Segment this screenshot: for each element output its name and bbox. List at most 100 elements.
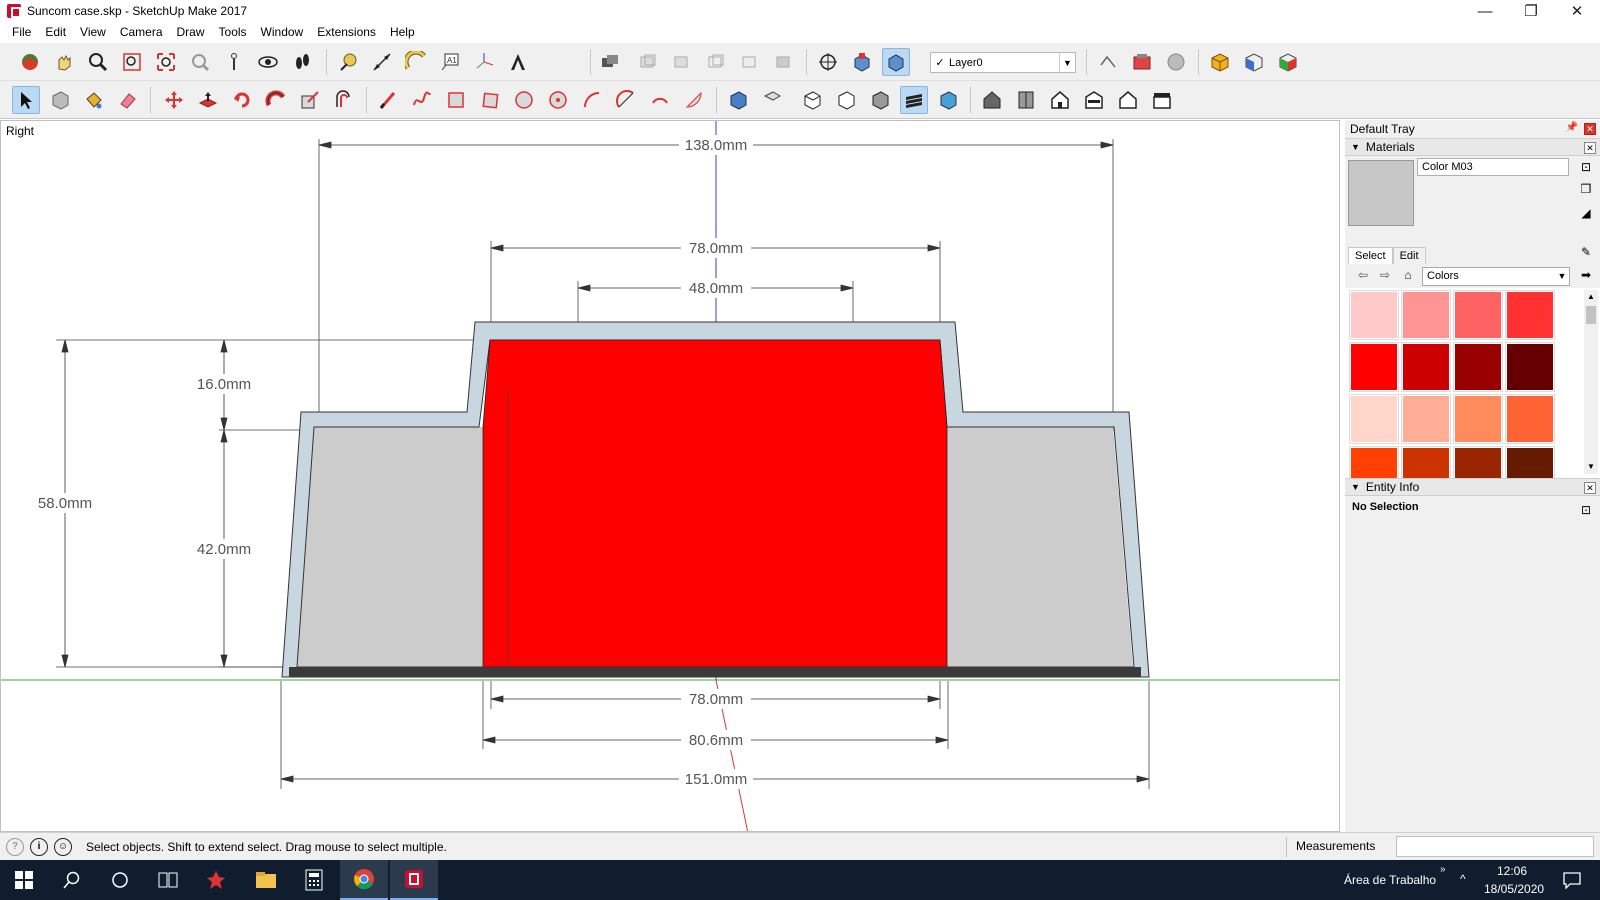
pan-tool-icon[interactable] bbox=[50, 48, 78, 76]
top-house-icon[interactable] bbox=[1012, 86, 1040, 114]
3d-text-icon[interactable] bbox=[504, 48, 532, 76]
front-house-icon[interactable] bbox=[1046, 86, 1074, 114]
close-button[interactable]: ✕ bbox=[1554, 0, 1600, 22]
app-icon-utility[interactable] bbox=[192, 860, 240, 900]
clock-time[interactable]: 12:06 bbox=[1497, 864, 1527, 878]
material-swatch[interactable] bbox=[1505, 290, 1555, 340]
material-name-field[interactable]: Color M03 bbox=[1417, 158, 1569, 176]
chrome-icon[interactable] bbox=[340, 860, 388, 900]
views-right-icon[interactable] bbox=[832, 86, 860, 114]
select-tool-icon[interactable] bbox=[12, 86, 40, 114]
menu-edit[interactable]: Edit bbox=[38, 25, 73, 39]
material-swatch[interactable] bbox=[1505, 394, 1555, 444]
pie-tool-icon[interactable] bbox=[680, 86, 708, 114]
zoom-window-icon[interactable] bbox=[118, 48, 146, 76]
position-camera-icon[interactable] bbox=[220, 48, 248, 76]
show-hidden-icons-icon[interactable]: ^ bbox=[1460, 872, 1466, 886]
three-point-arc-icon[interactable] bbox=[646, 86, 674, 114]
chevron-down-icon[interactable]: ▼ bbox=[1059, 53, 1075, 72]
extension-warehouse-icon[interactable] bbox=[1206, 48, 1234, 76]
dim-label-bottom-80[interactable]: 80.6mm bbox=[689, 732, 743, 749]
follow-me-icon[interactable] bbox=[262, 86, 290, 114]
entity-toggle-icon[interactable]: ⊡ bbox=[1578, 499, 1594, 517]
axes-tool-icon[interactable] bbox=[470, 48, 498, 76]
display-settings-icon[interactable] bbox=[596, 48, 624, 76]
views-front-icon[interactable] bbox=[798, 86, 826, 114]
tray-close-icon[interactable]: ✕ bbox=[1584, 123, 1596, 135]
previous-view-icon[interactable] bbox=[186, 48, 214, 76]
material-swatch[interactable] bbox=[1453, 342, 1503, 392]
menu-view[interactable]: View bbox=[73, 25, 113, 39]
menu-help[interactable]: Help bbox=[383, 25, 422, 39]
arc-tool-icon[interactable] bbox=[578, 86, 606, 114]
materials-panel-header[interactable]: ▼ Materials ✕ bbox=[1345, 138, 1600, 156]
menu-file[interactable]: File bbox=[5, 25, 38, 39]
measurements-input[interactable] bbox=[1396, 836, 1594, 857]
taskbar-overflow-icon[interactable]: » bbox=[1440, 864, 1446, 875]
style-xray-icon[interactable] bbox=[634, 48, 662, 76]
style-builder-icon[interactable] bbox=[1274, 48, 1302, 76]
create-material-icon[interactable]: ❒ bbox=[1578, 182, 1594, 198]
dim-label-upper-width[interactable]: 78.0mm bbox=[689, 240, 743, 257]
dim-label-height-lower[interactable]: 42.0mm bbox=[197, 541, 251, 558]
file-explorer-icon[interactable] bbox=[242, 860, 290, 900]
orbit-tool-icon[interactable] bbox=[16, 48, 44, 76]
circle-tool-icon[interactable] bbox=[510, 86, 538, 114]
scroll-down-icon[interactable]: ▼ bbox=[1584, 460, 1598, 474]
paint-bucket-icon[interactable] bbox=[80, 86, 108, 114]
scale-tool-icon[interactable] bbox=[296, 86, 324, 114]
menu-draw[interactable]: Draw bbox=[170, 25, 212, 39]
tab-select[interactable]: Select bbox=[1348, 247, 1393, 264]
start-button[interactable] bbox=[0, 860, 48, 900]
offset-tool-icon[interactable] bbox=[330, 86, 358, 114]
section-plane-icon[interactable] bbox=[814, 48, 842, 76]
red-core-solid[interactable] bbox=[482, 339, 948, 668]
share-model-icon[interactable] bbox=[1162, 48, 1190, 76]
drawing-viewport[interactable]: Right 138.0mm 78.0mm 48.0mm 16.0mm 58.0m… bbox=[0, 120, 1340, 832]
menu-camera[interactable]: Camera bbox=[113, 25, 170, 39]
tape-measure-icon[interactable] bbox=[334, 48, 362, 76]
display-section-planes-icon[interactable] bbox=[848, 48, 876, 76]
notification-icon[interactable] bbox=[1548, 860, 1596, 900]
rotate-tool-icon[interactable] bbox=[228, 86, 256, 114]
materials-close-icon[interactable]: ✕ bbox=[1584, 142, 1596, 154]
maximize-button[interactable]: ❐ bbox=[1508, 0, 1554, 22]
style-wireframe-icon[interactable] bbox=[702, 48, 730, 76]
eyedropper-icon[interactable]: ✎ bbox=[1578, 245, 1594, 261]
dimensions-icon[interactable] bbox=[368, 48, 396, 76]
right-house-icon[interactable] bbox=[1080, 86, 1108, 114]
collapse-triangle-icon[interactable]: ▼ bbox=[1351, 142, 1360, 152]
undo-icon[interactable] bbox=[1094, 48, 1122, 76]
menu-tools[interactable]: Tools bbox=[212, 25, 254, 39]
text-tool-icon[interactable]: A1 bbox=[436, 48, 464, 76]
dim-label-bottom-78[interactable]: 78.0mm bbox=[689, 691, 743, 708]
views-bottom-icon[interactable] bbox=[934, 86, 962, 114]
user-account-icon[interactable]: ☺ bbox=[54, 837, 72, 856]
views-top-icon[interactable] bbox=[758, 86, 786, 114]
display-section-cuts-icon[interactable] bbox=[882, 48, 910, 76]
freehand-tool-icon[interactable] bbox=[408, 86, 436, 114]
entity-info-close-icon[interactable]: ✕ bbox=[1584, 482, 1596, 494]
cortana-icon[interactable] bbox=[96, 860, 144, 900]
warehouse-icon[interactable] bbox=[1128, 48, 1156, 76]
home-icon[interactable]: ⌂ bbox=[1400, 268, 1416, 284]
dim-label-inner-top[interactable]: 48.0mm bbox=[689, 280, 743, 297]
style-back-edges-icon[interactable] bbox=[668, 48, 696, 76]
sketchup-taskbar-icon[interactable] bbox=[390, 860, 438, 900]
details-arrow-icon[interactable]: ➡ bbox=[1578, 268, 1594, 284]
style-hidden-line-icon[interactable] bbox=[736, 48, 764, 76]
material-swatch[interactable] bbox=[1453, 394, 1503, 444]
zoom-extents-icon[interactable] bbox=[152, 48, 180, 76]
tab-edit[interactable]: Edit bbox=[1392, 247, 1426, 264]
material-swatch[interactable] bbox=[1505, 342, 1555, 392]
walk-tool-icon[interactable] bbox=[288, 48, 316, 76]
material-swatch[interactable] bbox=[1453, 290, 1503, 340]
look-around-icon[interactable] bbox=[254, 48, 282, 76]
minimize-button[interactable]: — bbox=[1462, 0, 1508, 22]
material-swatch[interactable] bbox=[1401, 394, 1451, 444]
move-tool-icon[interactable] bbox=[160, 86, 188, 114]
rotated-rectangle-icon[interactable] bbox=[476, 86, 504, 114]
eraser-icon[interactable] bbox=[114, 86, 142, 114]
material-swatch[interactable] bbox=[1401, 342, 1451, 392]
iso-house-icon[interactable] bbox=[978, 86, 1006, 114]
